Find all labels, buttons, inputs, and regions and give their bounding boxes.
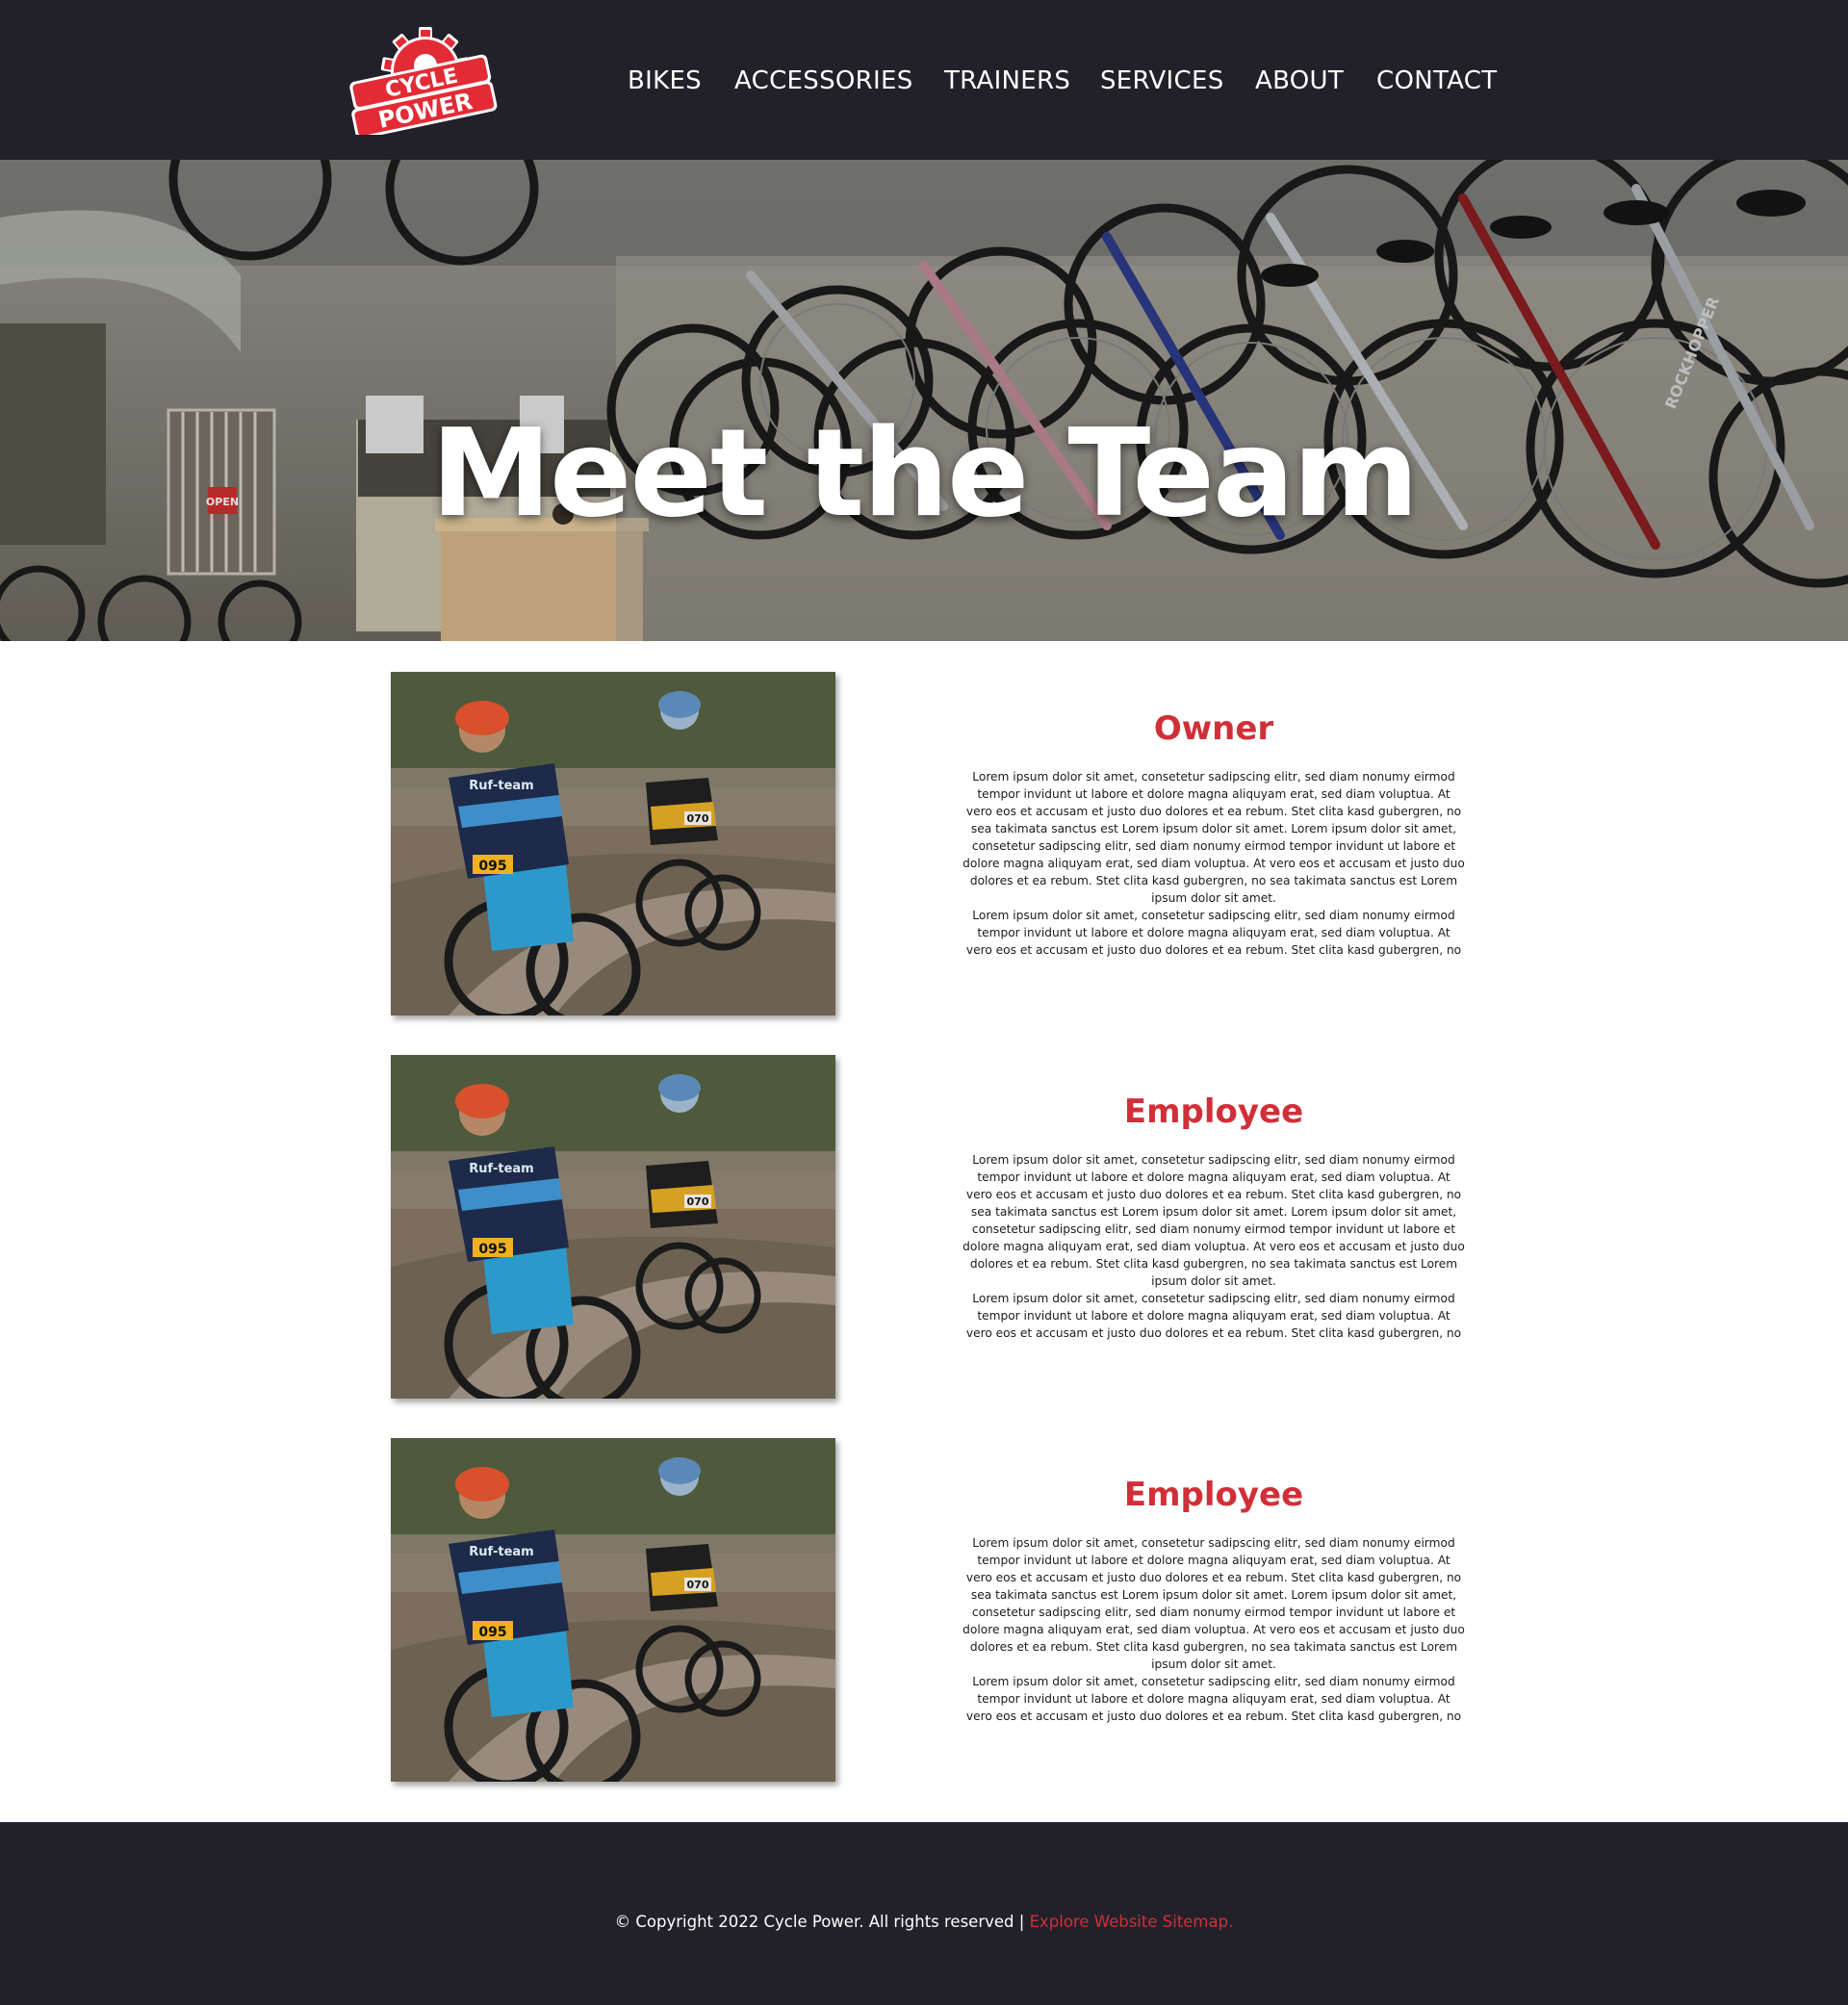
jersey-text: Ruf-team [469,1545,533,1559]
rider1-plate-text: 095 [478,1242,506,1257]
team-member-role: Employee [1123,1476,1304,1514]
mountain-bikers-image: 070 095 Ruf-team [391,1055,835,1399]
team-member-bio-continued: Lorem ipsum dolor sit amet, consetetur s… [965,909,1462,957]
rider2-plate-text: 070 [687,1579,709,1591]
page-title: Meet the Team [430,402,1420,545]
rider1-plate-text: 095 [478,859,506,874]
sitemap-link[interactable]: Explore Website Sitemap. [1030,1913,1234,1931]
nav-item-services[interactable]: SERVICES [1100,62,1224,100]
team-member-info: Employee Lorem ipsum dolor sit amet, con… [962,1438,1465,1725]
team-member-photo: 070 095 Ruf-team [391,1438,835,1782]
team-member-bio: Lorem ipsum dolor sit amet, consetetur s… [962,1536,1465,1671]
team-member-bio: Lorem ipsum dolor sit amet, consetetur s… [962,1153,1465,1288]
team-member-info: Employee Lorem ipsum dolor sit amet, con… [962,1055,1465,1342]
copyright-text: © Copyright 2022 Cycle Power. All rights… [614,1913,1025,1931]
jersey-text: Ruf-team [469,1162,533,1176]
team-member-card: 070 095 Ruf-team Owner Lorem ipsum dolor… [0,672,1848,1018]
footer-copyright-line: © Copyright 2022 Cycle Power. All rights… [0,1913,1848,1931]
mountain-bikers-image: 070 095 Ruf-team [391,672,835,1015]
nav-item-accessories[interactable]: ACCESSORIES [734,62,913,100]
rider2-plate-text: 070 [687,1195,709,1208]
hero-banner: OPEN ROCKHOPPER Meet the Team [0,160,1848,641]
site-footer: © Copyright 2022 Cycle Power. All rights… [0,1822,1848,2005]
jersey-text: Ruf-team [469,779,533,793]
team-member-bio: Lorem ipsum dolor sit amet, consetetur s… [962,770,1465,905]
nav-item-trainers[interactable]: TRAINERS [944,62,1070,100]
team-member-card: 070 095 Ruf-team Employee Lorem ipsum do… [0,1438,1848,1785]
mountain-bikers-image: 070 095 Ruf-team [391,1438,835,1782]
team-member-bio-continued: Lorem ipsum dolor sit amet, consetetur s… [965,1292,1462,1340]
team-member-photo: 070 095 Ruf-team [391,672,835,1015]
team-member-bio-continued: Lorem ipsum dolor sit amet, consetetur s… [965,1675,1462,1723]
nav-item-contact[interactable]: CONTACT [1376,62,1497,100]
bike-shop-background-image: OPEN ROCKHOPPER [0,160,1848,641]
team-member-role: Owner [1153,709,1274,748]
rider2-plate-text: 070 [687,812,709,825]
team-member-role: Employee [1123,1092,1304,1131]
main-nav: BIKES ACCESSORIES TRAINERS SERVICES ABOU… [0,0,1848,160]
team-member-info: Owner Lorem ipsum dolor sit amet, conset… [962,672,1465,959]
team-member-photo: 070 095 Ruf-team [391,1055,835,1399]
site-header: CYCLE POWER BIKES ACCESSORIES TRAINERS S… [0,0,1848,160]
nav-item-about[interactable]: ABOUT [1255,62,1344,100]
team-member-card: 070 095 Ruf-team Employee Lorem ipsum do… [0,1055,1848,1401]
rider1-plate-text: 095 [478,1625,506,1640]
nav-item-bikes[interactable]: BIKES [628,62,702,100]
